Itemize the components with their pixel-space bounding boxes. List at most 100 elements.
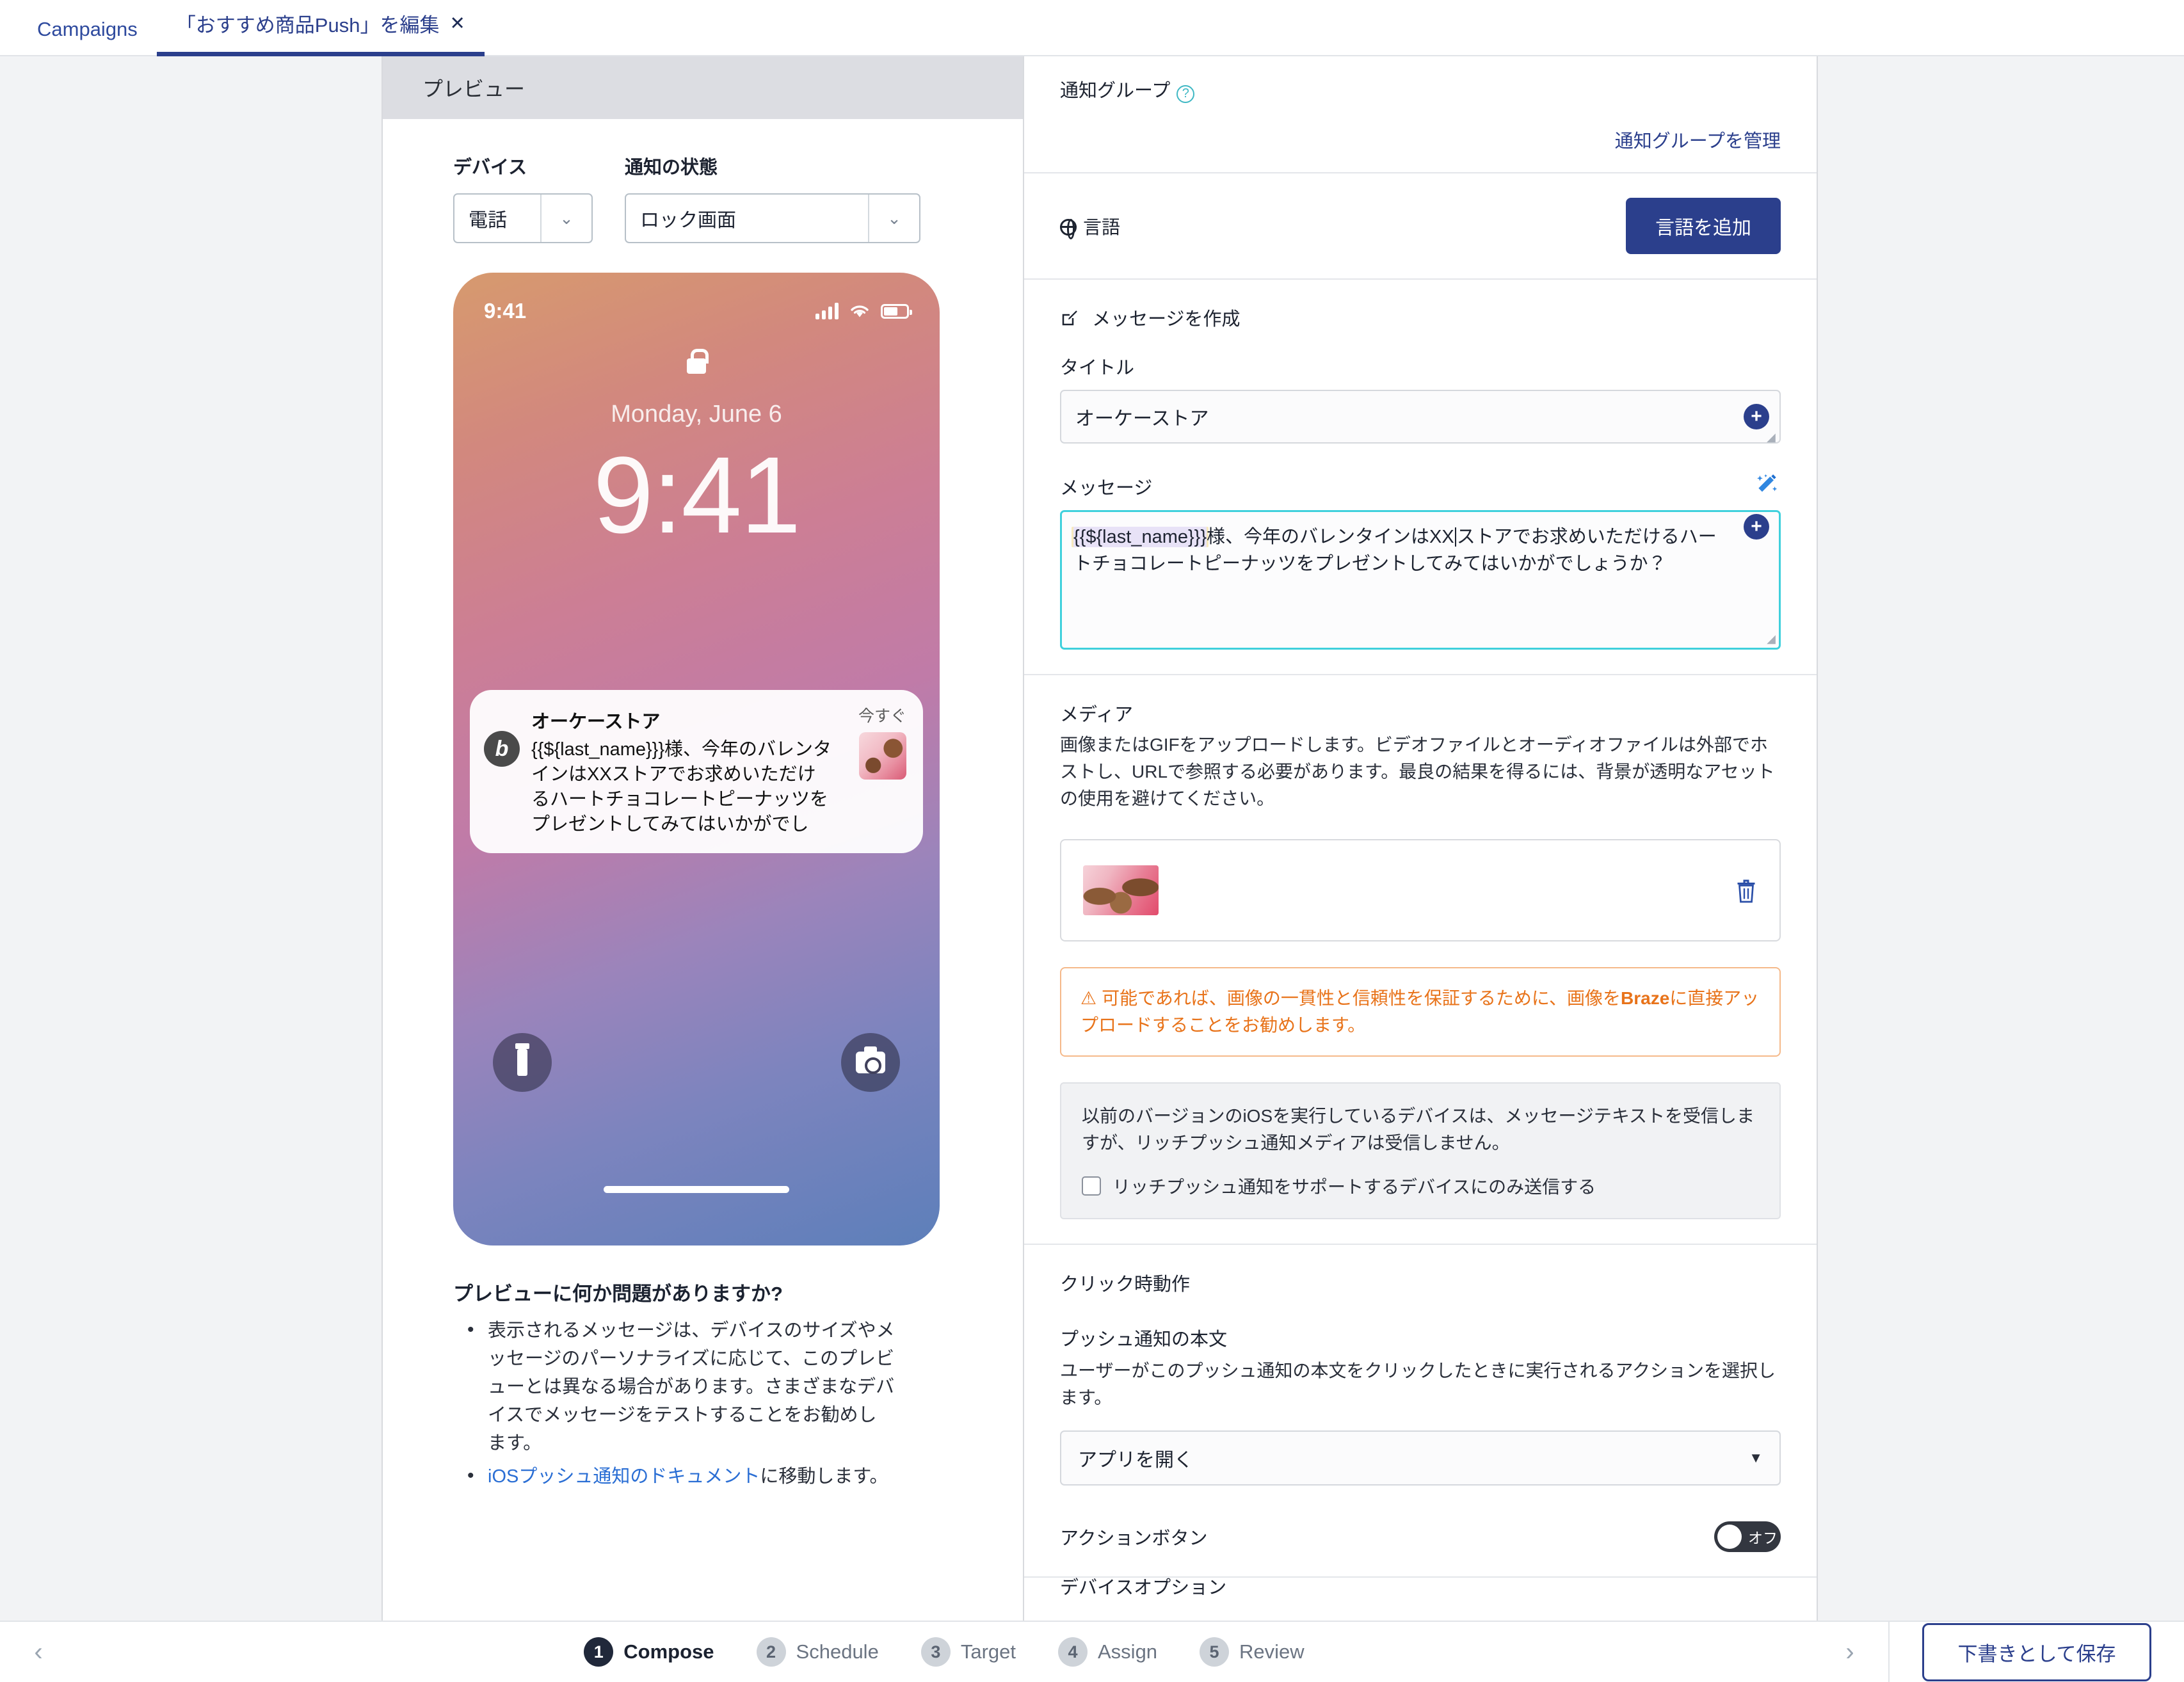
message-textarea[interactable]: {{${last_name}}}様、今年のバレンタインはXX ストアでお求めいただ… — [1060, 509, 1781, 650]
add-language-button[interactable]: 言語を追加 — [1626, 197, 1781, 254]
title-input[interactable]: オーケーストア — [1060, 389, 1781, 444]
preview-help: プレビューに何か問題がありますか? 表示されるメッセージは、デバイスのサイズやメ… — [453, 1245, 965, 1521]
action-buttons-toggle[interactable]: オフ — [1714, 1521, 1781, 1552]
notification-thumbnail — [859, 732, 906, 780]
media-description: 画像またはGIFをアップロードします。ビデオファイルとオーディオファイルは外部で… — [1060, 734, 1775, 808]
status-time: 9:41 — [484, 299, 527, 323]
rich-push-only-checkbox-row[interactable]: リッチプッシュ通知をサポートするデバイスにのみ送信する — [1082, 1173, 1759, 1199]
app-root: Campaigns 「おすすめ商品Push」を編集 ✕ プレビュー デバイス 電… — [0, 0, 2184, 1682]
notification-card: b オーケーストア {{${last_name}}}様、今年のバレンタインはXX… — [470, 690, 923, 854]
step-review[interactable]: 5 Review — [1200, 1637, 1305, 1667]
list-item: 表示されるメッセージは、デバイスのサイズやメッセージのパーソナライズに応じて、こ… — [453, 1315, 895, 1457]
phone-mockup: 9:41 Monday, June 6 9:41 b オーケーストア {{${l… — [453, 273, 940, 1245]
signal-icon — [815, 303, 839, 319]
wizard-footer: ‹ 1 Compose 2 Schedule 3 Target 4 Assign… — [0, 1621, 2184, 1682]
on-click-action-select[interactable]: アプリを開く ▼ — [1060, 1430, 1781, 1486]
lock-icon — [453, 349, 940, 377]
state-label: 通知の状態 — [625, 157, 718, 178]
tab-campaigns-label: Campaigns — [37, 18, 138, 40]
trash-icon[interactable] — [1735, 877, 1758, 904]
notification-group-actions: 通知グループを管理 — [1060, 126, 1781, 153]
title-field-wrap: オーケーストア + ◢ — [1060, 389, 1781, 444]
save-draft-button[interactable]: 下書きとして保存 — [1922, 1622, 2151, 1681]
click-action-title: クリック時動作 — [1060, 1274, 1191, 1295]
language-row: 言語 言語を追加 — [1060, 197, 1781, 254]
step-label: Compose — [623, 1640, 714, 1663]
legacy-ios-note: 以前のバージョンのiOSを実行しているデバイスは、メッセージテキストを受信します… — [1082, 1105, 1755, 1153]
step-number: 3 — [920, 1637, 951, 1667]
battery-icon — [881, 303, 912, 319]
close-icon[interactable]: ✕ — [449, 12, 465, 35]
resize-handle[interactable]: ◢ — [1767, 632, 1776, 646]
language-label-group: 言語 — [1060, 212, 1120, 239]
warning-icon: ⚠ — [1080, 988, 1097, 1008]
tab-edit-campaign-label: 「おすすめ商品Push」を編集 — [175, 14, 440, 36]
flashlight-icon[interactable] — [493, 1033, 552, 1092]
status-indicators — [815, 303, 912, 319]
add-personalization-icon[interactable]: + — [1744, 513, 1769, 540]
step-compose[interactable]: 1 Compose — [584, 1637, 714, 1667]
language-label: 言語 — [1083, 217, 1121, 238]
left-gutter — [0, 56, 381, 1621]
title-field-label: タイトル — [1060, 357, 1135, 378]
notification-group-header: 通知グループ? — [1060, 76, 1781, 103]
tab-campaigns[interactable]: Campaigns — [18, 18, 157, 55]
add-personalization-icon[interactable]: + — [1744, 403, 1769, 429]
step-indicator: 1 Compose 2 Schedule 3 Target 4 Assign 5… — [77, 1637, 1811, 1667]
compose-form-panel: 通知グループ? 通知グループを管理 言語 言語を追加 メッセージを作成 タイトル… — [1024, 56, 1818, 1621]
preview-panel: プレビュー デバイス 電話 ⌄ 通知の状態 ロック画面 ⌄ 9:41 Monda… — [381, 56, 1024, 1621]
step-number: 4 — [1058, 1637, 1088, 1667]
media-label: メディア — [1060, 704, 1133, 725]
list-item: iOSプッシュ通知のドキュメントに移動します。 — [453, 1461, 895, 1491]
language-section: 言語 言語を追加 — [1024, 173, 1817, 280]
step-target[interactable]: 3 Target — [920, 1637, 1016, 1667]
media-warning-banner: ⚠ 可能であれば、画像の一貫性と信頼性を保証するために、画像をBrazeに直接アッ… — [1060, 966, 1781, 1057]
media-section: メディア 画像またはGIFをアップロードします。ビデオファイルとオーディオファイ… — [1024, 675, 1817, 1245]
ios-push-docs-link[interactable]: iOSプッシュ通知のドキュメント — [488, 1466, 760, 1487]
click-action-section: クリック時動作 プッシュ通知の本文 ユーザーがこのプッシュ通知の本文をクリックし… — [1024, 1245, 1817, 1578]
warning-brand: Braze — [1621, 988, 1670, 1008]
step-label: Assign — [1098, 1640, 1158, 1663]
step-assign[interactable]: 4 Assign — [1058, 1637, 1157, 1667]
step-label: Schedule — [796, 1640, 879, 1663]
action-buttons-label: アクションボタン — [1060, 1528, 1208, 1549]
step-schedule[interactable]: 2 Schedule — [756, 1637, 879, 1667]
state-select-value: ロック画面 — [640, 210, 736, 231]
resize-handle[interactable]: ◢ — [1767, 431, 1777, 444]
phone-status-bar: 9:41 — [453, 292, 940, 330]
preview-content: デバイス 電話 ⌄ 通知の状態 ロック画面 ⌄ 9:41 Monday, Jun… — [383, 119, 1023, 1521]
prev-step-button[interactable]: ‹ — [0, 1638, 77, 1667]
next-step-button[interactable]: › — [1811, 1638, 1888, 1667]
warning-text-1: 可能であれば、画像の一貫性と信頼性を保証するために、画像を — [1102, 988, 1621, 1008]
camera-icon[interactable] — [841, 1033, 900, 1092]
message-label-row: メッセージ — [1060, 473, 1781, 500]
chevron-down-icon: ⌄ — [540, 195, 591, 242]
tab-bar: Campaigns 「おすすめ商品Push」を編集 ✕ — [0, 0, 2184, 56]
step-number: 5 — [1200, 1637, 1230, 1667]
step-number: 2 — [756, 1637, 786, 1667]
lock-time: 9:41 — [593, 435, 801, 556]
preview-help-heading: プレビューに何か問題がありますか? — [453, 1283, 783, 1305]
help-link-suffix: に移動します。 — [760, 1466, 888, 1487]
title-input-value: オーケーストア — [1075, 408, 1209, 429]
checkbox-icon[interactable] — [1082, 1176, 1101, 1196]
liquid-tag: {{${last_name}}} — [1073, 526, 1207, 547]
step-label: Review — [1239, 1640, 1305, 1663]
notification-body: {{${last_name}}}様、今年のバレンタインはXXストアでお求めいただ… — [531, 739, 832, 835]
action-buttons-row: アクションボタン オフ — [1060, 1521, 1781, 1552]
preview-help-list: 表示されるメッセージは、デバイスのサイズやメッセージのパーソナライズに応じて、こ… — [453, 1315, 895, 1491]
manage-notification-groups-link[interactable]: 通知グループを管理 — [1615, 126, 1781, 153]
notification-group-section: 通知グループ? 通知グループを管理 — [1024, 56, 1817, 173]
media-thumbnail[interactable] — [1083, 865, 1159, 915]
device-select[interactable]: 電話 ⌄ — [453, 193, 593, 243]
lock-date: Monday, June 6 — [611, 401, 782, 428]
tab-edit-campaign[interactable]: 「おすすめ商品Push」を編集 ✕ — [156, 9, 485, 56]
notification-time: 今すぐ — [858, 707, 906, 725]
help-icon[interactable]: ? — [1176, 84, 1195, 103]
ai-wand-icon[interactable] — [1754, 473, 1781, 500]
preview-title: プレビュー — [422, 77, 526, 100]
toggle-state-label: オフ — [1748, 1529, 1778, 1546]
preview-panel-header: プレビュー — [383, 56, 1023, 119]
notification-state-select[interactable]: ロック画面 ⌄ — [625, 193, 920, 243]
notification-meta: 今すぐ — [845, 707, 906, 780]
